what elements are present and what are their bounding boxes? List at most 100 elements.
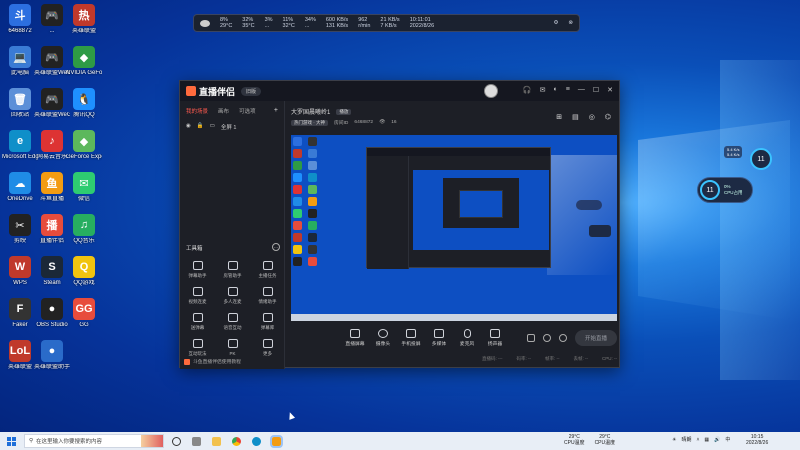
desktop-icon[interactable]: 鱼斗鱼直播 — [34, 172, 70, 203]
phone-cast-button[interactable]: 手机投屏 — [397, 329, 425, 347]
desktop-icon[interactable]: ● 英雄联盟助手 — [34, 340, 70, 371]
menu-icon[interactable]: ≡ — [566, 86, 570, 94]
start-button[interactable] — [0, 432, 22, 450]
scene-item[interactable]: ◉ 🔒 ▭ 全屏 1 — [186, 123, 278, 131]
toolbox-item[interactable]: 送弹幕 — [180, 313, 215, 331]
desktop-icon[interactable]: 热英雄联盟 — [66, 4, 102, 35]
message-icon[interactable]: ✉ — [540, 86, 546, 94]
desktop-app-icon: 斗 — [9, 4, 31, 26]
preview-eye-icon[interactable] — [542, 334, 551, 342]
tutorial-notice[interactable]: 斗鱼直播伴侣使用教程 — [184, 358, 241, 365]
room-category[interactable]: 热门游戏 · 大神 — [291, 119, 328, 126]
toolbox-item[interactable]: 弹幕库 — [250, 313, 285, 331]
desktop-icon[interactable]: ♪ 网易云音乐 — [34, 130, 70, 161]
desktop-icon[interactable]: e Microsoft Edge — [2, 130, 38, 161]
desktop-icon[interactable]: F Faker — [2, 298, 38, 329]
task-view-icon[interactable] — [172, 436, 181, 446]
pet-widget[interactable] — [576, 188, 606, 214]
skin-icon[interactable]: ◐ — [554, 86, 558, 94]
desktop-icon[interactable]: ◆ NVIDIA GeForce — [66, 46, 102, 77]
taskbar-search[interactable]: ⚲ 在这里输入你要搜索的内容 — [24, 434, 164, 448]
widgets-icon[interactable] — [192, 436, 201, 446]
toolbox-item[interactable]: 更多 — [250, 339, 285, 357]
room-history-icon[interactable]: ▤ — [572, 113, 579, 121]
desktop-icon[interactable]: Q QQ游戏 — [66, 256, 102, 287]
network-icon[interactable]: ▦ — [704, 437, 709, 443]
headset-icon[interactable]: 🎧 — [523, 86, 532, 94]
room-settings-icon[interactable]: ⊞ — [556, 113, 562, 121]
toolbox-item[interactable]: 多人连麦 — [215, 287, 250, 305]
toolbox-item[interactable]: 互动玩法 — [180, 339, 215, 357]
toolbox-item[interactable]: 主播任务 — [250, 261, 285, 279]
desktop-app-icon: ✂ — [9, 214, 31, 236]
toolbox-item[interactable]: 语音互动 — [215, 313, 250, 331]
media-button[interactable]: 多媒体 — [425, 329, 453, 347]
eye-icon[interactable]: ◉ — [186, 123, 191, 131]
edge-icon[interactable] — [252, 436, 261, 446]
file-explorer-icon[interactable] — [212, 436, 221, 446]
cpu-temp-1[interactable]: 29°C CPU温度 — [564, 434, 585, 446]
camera-button[interactable]: 摄像头 — [369, 329, 397, 347]
desktop-icon[interactable]: ● OBS Studio — [34, 298, 70, 329]
user-avatar[interactable] — [484, 84, 498, 98]
tray-chevron-icon[interactable]: ˄ — [697, 437, 700, 443]
toolbox-more-icon[interactable]: … — [272, 243, 280, 251]
desktop-icon[interactable]: ♫ QQ音乐 — [66, 214, 102, 245]
monitor-settings-icon[interactable]: ⚙ — [553, 20, 558, 26]
desktop-icon[interactable]: GG GG — [66, 298, 102, 329]
desktop-icon[interactable]: W WPS — [2, 256, 38, 287]
microphone-button[interactable]: 麦克风 — [453, 329, 481, 347]
desktop-icon[interactable]: ☁ OneDrive — [2, 172, 38, 203]
room-tag[interactable]: 播放 — [336, 108, 352, 115]
go-live-button[interactable]: 开始直播 — [574, 330, 617, 346]
monitor-icon: ▭ — [209, 123, 215, 129]
live-preview[interactable] — [291, 135, 617, 321]
desktop-icon[interactable]: LoL 英雄联盟 — [2, 340, 38, 371]
toolbox-item[interactable]: 房管助手 — [215, 261, 250, 279]
weather-label[interactable]: 晴朗 — [681, 436, 691, 443]
desktop-icon[interactable]: 播直播伴侣 — [34, 214, 70, 245]
minimize-button[interactable]: — — [578, 86, 585, 94]
network-widget[interactable]: 5.4 K/s 5.4 K/s 11 — [724, 140, 772, 172]
tab-options[interactable]: 可选项 — [239, 107, 256, 115]
taskbar-clock[interactable]: 10:15 2022/8/26 — [746, 434, 768, 446]
desktop-icon[interactable]: 🗑 回收站 — [2, 88, 38, 119]
close-button[interactable]: ✕ — [607, 86, 613, 94]
speaker-button[interactable]: 扬声器 — [481, 329, 509, 347]
cpu-temp-2[interactable]: 29°C CPU温度 — [595, 434, 616, 446]
desktop-icon[interactable]: 🎮 英雄联盟WeGame版 — [34, 46, 70, 77]
desktop-icon[interactable]: 🎮 英雄联盟WeGame版 — [34, 88, 70, 119]
lock-icon[interactable]: 🔒 — [197, 123, 204, 131]
add-scene-button[interactable]: + — [274, 107, 278, 115]
ime-indicator[interactable]: 中 — [725, 436, 730, 443]
chrome-icon[interactable] — [232, 436, 241, 446]
maximize-button[interactable]: ☐ — [593, 86, 599, 94]
desktop-icon[interactable]: ✉ 微信 — [66, 172, 102, 203]
monitor-close-icon[interactable]: ⊗ — [568, 20, 573, 26]
screen-capture-button[interactable]: 直播屏幕 — [341, 329, 369, 347]
room-manage-icon[interactable]: ◎ — [589, 113, 595, 121]
version-switch-button[interactable]: 旧版 — [241, 86, 262, 96]
room-share-icon[interactable]: ⌬ — [605, 113, 611, 121]
tab-canvas[interactable]: 画布 — [218, 107, 229, 115]
desktop-icon[interactable]: ✂ 剪映 — [2, 214, 38, 245]
toolbox-item[interactable]: 情绪助手 — [250, 287, 285, 305]
desktop-icon[interactable]: ◆ GeForce Experience — [66, 130, 102, 161]
desktop-icon-label: OBS Studio — [36, 322, 68, 328]
toolbox-item[interactable]: PK — [215, 339, 250, 357]
volume-icon[interactable]: 🔊 — [714, 437, 720, 443]
toolbox-item[interactable]: 视频连麦 — [180, 287, 215, 305]
settings-icon[interactable] — [558, 334, 567, 342]
tab-my-scenes[interactable]: 我的场景 — [186, 107, 208, 115]
desktop-icon[interactable]: 🎮... — [34, 4, 70, 35]
desktop-icon[interactable]: 🐧 腾讯QQ — [66, 88, 102, 119]
weather-icon[interactable]: ☀ — [672, 437, 676, 443]
streaming-app-taskbar-icon[interactable] — [270, 434, 283, 448]
desktop-icon[interactable]: 斗 6468872 — [2, 4, 38, 35]
desktop-icon[interactable]: S Steam — [34, 256, 70, 287]
cpu-widget[interactable]: 11 0% CPU占用 — [697, 177, 753, 203]
record-icon[interactable] — [526, 334, 535, 342]
toolbox-item[interactable]: 弹幕助手 — [180, 261, 215, 279]
desktop-icon[interactable]: 💻 此电脑 — [2, 46, 38, 77]
room-title[interactable]: 大罗国晨曦岭1 — [291, 107, 330, 116]
